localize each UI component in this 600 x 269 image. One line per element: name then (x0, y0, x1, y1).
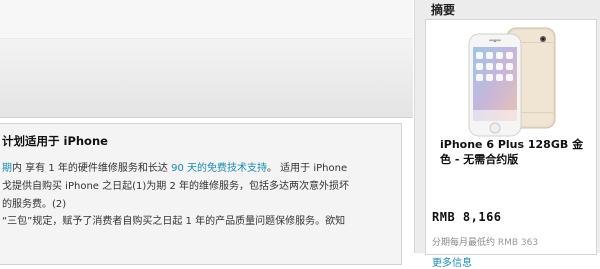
more-info-link[interactable]: 更多信息 (432, 254, 472, 269)
period-link[interactable]: 期 (2, 163, 12, 174)
installment-info: 分期每月最低约 RMB 363 (432, 235, 538, 248)
free-support-link[interactable]: 90 天的免费技术支持 (171, 163, 267, 174)
summary-sidebar: 摘要 iPhone 6 Plus 128GB 金色 - 无需合约版 RMB 8,… (414, 0, 600, 269)
header-band (0, 0, 413, 39)
info-line-4: “三包”规定，赋予了消费者自购买之日起 1 年的产品质量问题保修服务。欲知 (2, 216, 346, 227)
toolbar-band (0, 39, 413, 118)
applecare-info-panel: 计划适用于 iPhone 期内 享有 1 年的硬件维修服务和长达 90 天的免费… (0, 123, 402, 265)
info-text: 内 享有 1 年的硬件维修服务和长达 (12, 163, 172, 174)
product-price: RMB 8,166 (432, 210, 502, 224)
product-card: iPhone 6 Plus 128GB 金色 - 无需合约版 RMB 8,166… (425, 19, 597, 269)
product-name: iPhone 6 Plus 128GB 金色 - 无需合约版 (440, 138, 584, 166)
info-line-1: 期内 享有 1 年的硬件维修服务和长达 90 天的免费技术支持。 适用于 iPh… (2, 159, 347, 174)
main-content: 计划适用于 iPhone 期内 享有 1 年的硬件维修服务和长达 90 天的免费… (0, 0, 413, 265)
info-line-2: 戈提供自购买 iPhone 之日起(1)为期 2 年的维修服务，包括多达两次意外… (2, 181, 349, 192)
panel-title: 计划适用于 iPhone (2, 134, 108, 148)
installment-label: 分期每月最低约 (432, 238, 498, 248)
installment-value: RMB 363 (497, 238, 539, 248)
info-line-3: 的服务费。(2) (2, 199, 67, 210)
info-text: 。 适用于 iPhone (266, 163, 348, 174)
iphone-image (465, 26, 559, 138)
summary-title: 摘要 (431, 3, 456, 17)
